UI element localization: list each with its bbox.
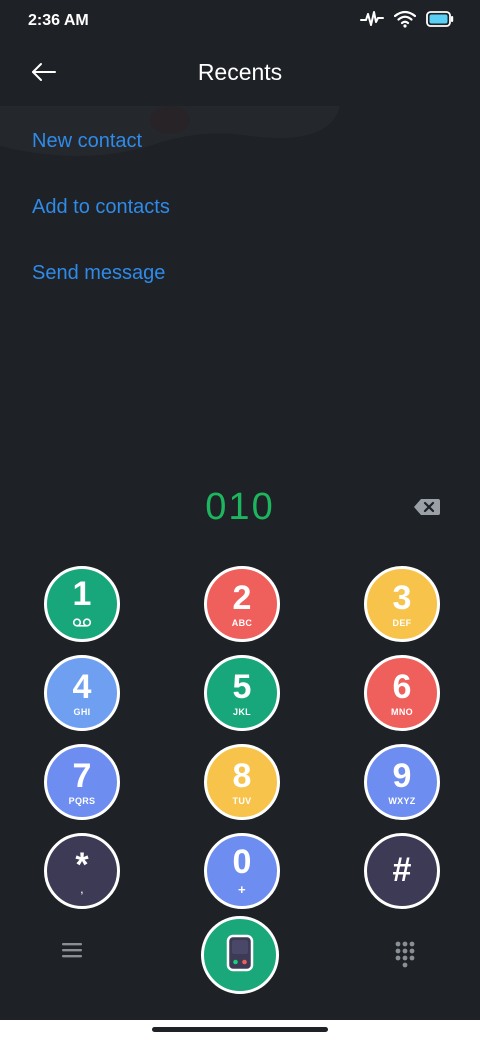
key-digit: 0 <box>232 843 252 881</box>
key-2[interactable]: 2 ABC <box>204 566 280 642</box>
key-digit: 2 <box>232 578 252 617</box>
status-time: 2:36 AM <box>28 12 89 29</box>
dialed-number: 010 <box>205 486 275 528</box>
dialpad-toggle-button[interactable] <box>394 940 420 970</box>
key-digit: 7 <box>72 756 92 795</box>
menu-button[interactable] <box>60 940 88 966</box>
key-digit: 3 <box>392 578 412 617</box>
key-digit: * <box>75 845 89 884</box>
home-indicator[interactable] <box>152 1027 328 1032</box>
key-letters: PQRS <box>68 795 96 806</box>
call-button[interactable] <box>201 916 279 994</box>
key-digit: 1 <box>72 574 92 613</box>
status-bar: 2:36 AM <box>0 0 480 44</box>
key-1[interactable]: 1 <box>44 566 120 642</box>
dialer-screen: 2:36 AM Recents New contact Add to conta… <box>0 0 480 1040</box>
send-message-link[interactable]: Send message <box>32 256 170 322</box>
key-6[interactable]: 6 MNO <box>364 655 440 731</box>
page-title: Recents <box>197 59 283 85</box>
key-letters: MNO <box>391 706 413 717</box>
key-letters: ABC <box>231 617 253 628</box>
key-digit: 5 <box>232 667 252 706</box>
backspace-button[interactable] <box>413 496 441 520</box>
contact-actions-menu: New contact Add to contacts Send message <box>32 124 170 322</box>
status-icons <box>360 10 454 33</box>
key-9[interactable]: 9 WXYZ <box>364 744 440 820</box>
key-letters: DEF <box>392 617 412 628</box>
system-nav-bar <box>0 1020 480 1040</box>
voicemail-icon <box>72 614 92 632</box>
header: Recents <box>0 44 480 104</box>
key-letters: GHI <box>73 706 91 717</box>
key-hash[interactable]: # <box>364 833 440 909</box>
add-to-contacts-link[interactable]: Add to contacts <box>32 190 170 256</box>
key-0[interactable]: 0 + <box>204 833 280 909</box>
wifi-icon <box>393 10 417 33</box>
key-digit: 8 <box>232 756 252 795</box>
key-letters: + <box>238 882 246 897</box>
key-letters: WXYZ <box>388 795 416 806</box>
battery-icon <box>426 10 454 33</box>
key-letters: JKL <box>233 706 251 717</box>
key-digit: # <box>392 850 412 889</box>
key-3[interactable]: 3 DEF <box>364 566 440 642</box>
key-5[interactable]: 5 JKL <box>204 655 280 731</box>
key-letters: , <box>80 884 84 895</box>
key-digit: 4 <box>72 667 92 706</box>
key-4[interactable]: 4 GHI <box>44 655 120 731</box>
new-contact-link[interactable]: New contact <box>32 124 170 190</box>
dialpad-icon <box>394 941 416 972</box>
key-digit: 6 <box>392 667 412 706</box>
key-digit: 9 <box>392 756 412 795</box>
activity-icon <box>360 10 384 33</box>
key-7[interactable]: 7 PQRS <box>44 744 120 820</box>
backspace-icon <box>413 499 441 522</box>
hamburger-menu-icon <box>60 943 84 964</box>
key-letters: TUV <box>232 795 252 806</box>
key-8[interactable]: 8 TUV <box>204 744 280 820</box>
phone-call-icon <box>226 934 254 977</box>
key-star[interactable]: * , <box>44 833 120 909</box>
